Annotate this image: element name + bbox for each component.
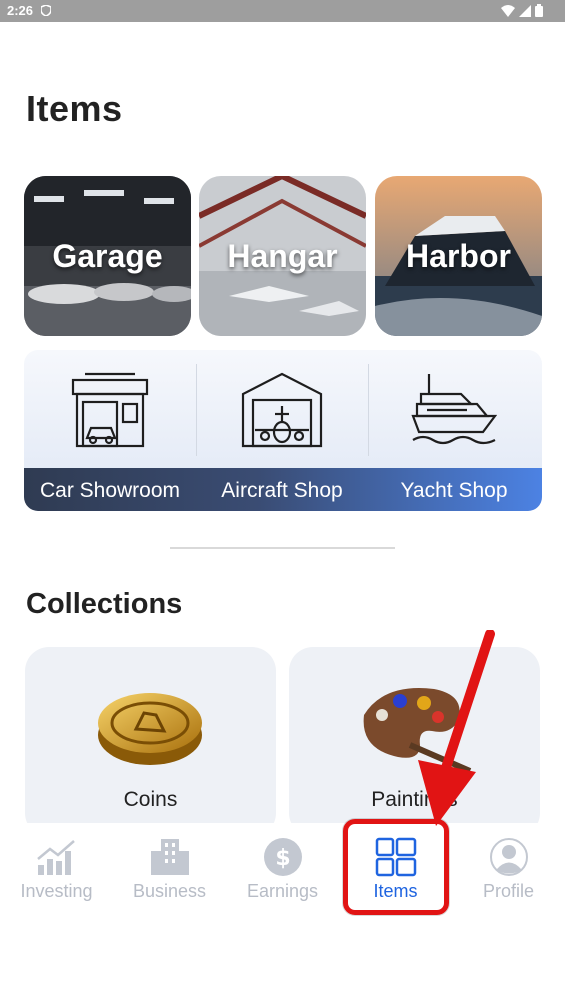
tab-label: Profile — [482, 881, 535, 901]
harbor-card[interactable]: Harbor — [375, 176, 542, 336]
tab-business[interactable]: Business — [113, 823, 226, 923]
signal-icon — [519, 4, 531, 17]
aircraft-shop-label: Aircraft Shop — [221, 479, 343, 502]
avatar-icon — [490, 838, 528, 876]
status-bar: 2:26 — [0, 0, 565, 22]
section-divider — [170, 547, 395, 549]
tab-label: Earnings — [246, 881, 319, 901]
coins-label: Coins — [123, 788, 178, 811]
tab-profile[interactable]: Profile — [452, 823, 565, 923]
annotation-arrow-icon — [418, 630, 495, 826]
page-title: Items — [26, 88, 123, 129]
svg-text:$: $ — [275, 846, 290, 871]
garage-label: Garage — [52, 238, 163, 274]
bottom-tab-bar: Investing Business $ Earnings Items Prof… — [0, 823, 565, 923]
status-time: 2:26 — [7, 3, 34, 18]
aircraft-hangar-icon — [241, 372, 323, 448]
dollar-icon: $ — [264, 838, 302, 876]
yacht-icon — [411, 374, 497, 445]
tab-investing[interactable]: Investing — [0, 823, 113, 923]
wifi-icon — [501, 4, 515, 17]
annotation-highlight-box — [343, 819, 449, 915]
aircraft-shop-button[interactable]: Aircraft Shop — [196, 350, 368, 511]
car-showroom-label: Car Showroom — [39, 479, 181, 502]
car-showroom-icon — [71, 372, 149, 448]
car-showroom-button[interactable]: Car Showroom — [24, 350, 196, 511]
tab-label: Business — [132, 881, 207, 901]
collections-title: Collections — [26, 588, 183, 620]
hangar-label: Hangar — [227, 238, 338, 274]
harbor-label: Harbor — [406, 238, 511, 274]
status-icons — [501, 4, 543, 17]
coins-card[interactable]: Coins — [25, 647, 276, 837]
battery-icon — [535, 4, 543, 17]
shield-icon — [41, 5, 51, 16]
hangar-card[interactable]: Hangar — [199, 176, 366, 336]
yacht-shop-button[interactable]: Yacht Shop — [368, 350, 540, 511]
tab-label: Investing — [20, 881, 93, 901]
yacht-shop-label: Yacht Shop — [400, 479, 508, 502]
garage-card[interactable]: Garage — [24, 176, 191, 336]
building-icon — [151, 839, 189, 875]
chart-icon — [37, 840, 75, 875]
shops-panel: Car Showroom Aircraft Shop Yacht Shop — [24, 350, 542, 511]
tab-earnings[interactable]: $ Earnings — [226, 823, 339, 923]
gold-coin-icon — [98, 693, 202, 765]
